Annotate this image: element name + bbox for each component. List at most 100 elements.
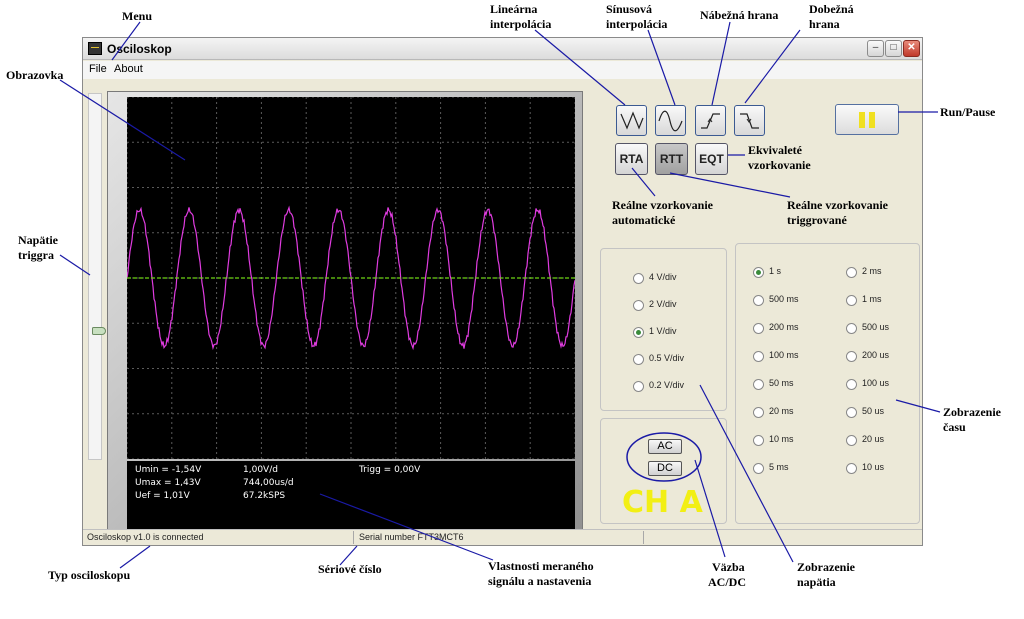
- time-option-label[interactable]: 10 us: [862, 462, 884, 472]
- annotation-sine-2: interpolácia: [606, 17, 668, 31]
- voltage-option-label[interactable]: 0.2 V/div: [649, 380, 684, 390]
- menu-file[interactable]: File: [89, 63, 107, 75]
- time-option-radio[interactable]: [753, 351, 764, 362]
- status-divider: [643, 531, 644, 544]
- time-option-label[interactable]: 1 s: [769, 266, 781, 276]
- voltage-option-label[interactable]: 2 V/div: [649, 299, 677, 309]
- time-option-label[interactable]: 20 ms: [769, 406, 794, 416]
- ac-coupling-button[interactable]: AC: [648, 439, 682, 454]
- annotation-time-2: času: [943, 420, 966, 434]
- channel-label: CH A: [622, 485, 703, 520]
- scope-plot: [127, 97, 575, 459]
- voltage-option-radio[interactable]: [633, 354, 644, 365]
- annotation-props-2: signálu a nastavenia: [488, 574, 592, 588]
- time-option-label[interactable]: 100 ms: [769, 350, 799, 360]
- annotation-falling-1: Dobežná: [809, 2, 854, 16]
- rising-edge-button[interactable]: [695, 105, 726, 136]
- app-window: Osciloskop – □ ✕ File About Umin = -1,54…: [82, 37, 923, 546]
- rtt-button[interactable]: RTT: [655, 143, 688, 175]
- time-option-radio[interactable]: [846, 463, 857, 474]
- signal-info-panel: Umin = -1,54V Umax = 1,43V Uef = 1,01V 1…: [127, 461, 575, 532]
- annotation-linear-2: interpolácia: [490, 17, 552, 31]
- time-option-radio[interactable]: [753, 267, 764, 278]
- trigger-readout: Trigg = 0,00V: [359, 465, 421, 475]
- rising-edge-icon: [701, 113, 720, 129]
- sample-rate-readout: 67.2kSPS: [243, 491, 286, 501]
- dc-coupling-button[interactable]: DC: [648, 461, 682, 476]
- time-option-radio[interactable]: [846, 267, 857, 278]
- voltage-option-radio[interactable]: [633, 327, 644, 338]
- annotation-sine-1: Sínusová: [606, 2, 653, 16]
- time-scale-group: 1 s 500 ms 200 ms 100 ms 50 ms 20 ms 10 ms 5 ms…: [735, 243, 920, 524]
- trigger-level-handle[interactable]: [92, 327, 106, 335]
- time-option-radio[interactable]: [846, 435, 857, 446]
- time-option-label[interactable]: 2 ms: [862, 266, 882, 276]
- time-option-radio[interactable]: [753, 323, 764, 334]
- time-option-radio[interactable]: [846, 295, 857, 306]
- time-option-label[interactable]: 5 ms: [769, 462, 789, 472]
- scope-display-frame: Umin = -1,54V Umax = 1,43V Uef = 1,01V 1…: [107, 91, 583, 539]
- oscilloscope-app-icon: [88, 42, 102, 55]
- title-bar[interactable]: Osciloskop – □ ✕: [83, 38, 922, 60]
- annotation-falling-2: hrana: [809, 17, 840, 31]
- time-option-label[interactable]: 500 ms: [769, 294, 799, 304]
- annotation-voltage-2: napätia: [797, 575, 836, 589]
- time-option-radio[interactable]: [846, 323, 857, 334]
- trigger-level-slider[interactable]: [88, 93, 106, 460]
- time-option-label[interactable]: 500 us: [862, 322, 889, 332]
- annotation-trigger-2: triggra: [18, 248, 54, 262]
- maximize-button[interactable]: □: [885, 40, 902, 57]
- time-option-radio[interactable]: [753, 463, 764, 474]
- rta-button[interactable]: RTA: [615, 143, 648, 175]
- falling-edge-button[interactable]: [734, 105, 765, 136]
- annotation-time-1: Zobrazenie: [943, 405, 1001, 419]
- sine-interpolation-icon: [658, 110, 683, 132]
- status-bar: Osciloskop v1.0 is connected Serial numb…: [83, 529, 922, 545]
- voltage-option-radio[interactable]: [633, 300, 644, 311]
- time-option-radio[interactable]: [753, 379, 764, 390]
- time-option-radio[interactable]: [846, 379, 857, 390]
- time-option-label[interactable]: 50 ms: [769, 378, 794, 388]
- pause-icon: [859, 112, 865, 128]
- annotation-eqt-2: vzorkovanie: [748, 158, 811, 172]
- time-option-label[interactable]: 50 us: [862, 406, 884, 416]
- volts-per-div-readout: 1,00V/d: [243, 465, 278, 475]
- annotation-serial: Sériové číslo: [318, 562, 382, 576]
- annotation-screen: Obrazovka: [6, 68, 64, 82]
- sine-interpolation-button[interactable]: [655, 105, 686, 136]
- connection-status: Osciloskop v1.0 is connected: [87, 532, 204, 542]
- annotation-voltage-1: Zobrazenie: [797, 560, 855, 574]
- time-per-div-readout: 744,00us/d: [243, 478, 294, 488]
- pause-icon-bar: [869, 112, 875, 128]
- run-pause-button[interactable]: [835, 104, 899, 135]
- menu-bar: File About: [83, 61, 922, 79]
- time-option-radio[interactable]: [753, 435, 764, 446]
- menu-about[interactable]: About: [114, 63, 143, 75]
- time-option-label[interactable]: 100 us: [862, 378, 889, 388]
- time-option-radio[interactable]: [846, 407, 857, 418]
- annotation-scope-type: Typ osciloskopu: [48, 568, 131, 582]
- scope-screen: [127, 97, 575, 459]
- time-option-radio[interactable]: [753, 407, 764, 418]
- voltage-option-label[interactable]: 1 V/div: [649, 326, 677, 336]
- eqt-button[interactable]: EQT: [695, 143, 728, 175]
- voltage-option-label[interactable]: 0.5 V/div: [649, 353, 684, 363]
- voltage-option-radio[interactable]: [633, 273, 644, 284]
- voltage-option-radio[interactable]: [633, 381, 644, 392]
- time-option-label[interactable]: 10 ms: [769, 434, 794, 444]
- annotation-run-pause: Run/Pause: [940, 105, 996, 119]
- serial-number: Serial number FTT3MCT6: [359, 532, 464, 542]
- time-option-label[interactable]: 20 us: [862, 434, 884, 444]
- annotation-rta-1: Reálne vzorkovanie: [612, 198, 713, 212]
- falling-edge-icon: [740, 113, 759, 129]
- time-option-radio[interactable]: [846, 351, 857, 362]
- voltage-option-label[interactable]: 4 V/div: [649, 272, 677, 282]
- linear-interpolation-button[interactable]: [616, 105, 647, 136]
- umax-readout: Umax = 1,43V: [135, 478, 201, 488]
- time-option-label[interactable]: 200 ms: [769, 322, 799, 332]
- close-button[interactable]: ✕: [903, 40, 920, 57]
- minimize-button[interactable]: –: [867, 40, 884, 57]
- time-option-label[interactable]: 200 us: [862, 350, 889, 360]
- time-option-radio[interactable]: [753, 295, 764, 306]
- time-option-label[interactable]: 1 ms: [862, 294, 882, 304]
